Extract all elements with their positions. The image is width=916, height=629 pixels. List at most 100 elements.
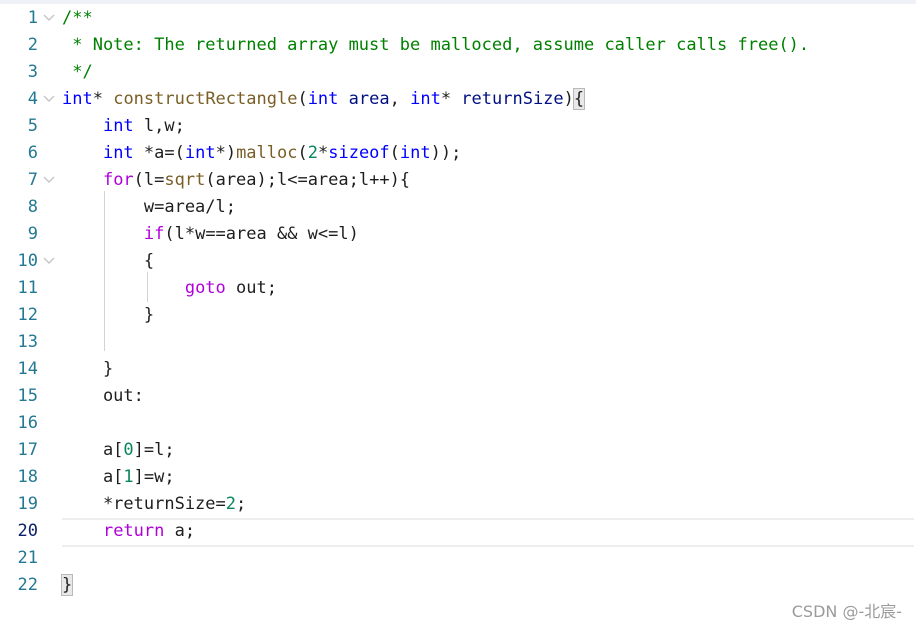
code-token: * [317,143,329,163]
code-token: , [389,89,411,109]
code-token: (l*w==area && w<=l) [164,224,359,244]
code-token: int [102,116,134,136]
line-number: 11 [17,278,38,298]
code-text[interactable]: int l,w; [62,113,185,140]
line-number: 20 [17,521,38,541]
code-line[interactable]: 19 *returnSize=2; [0,491,916,518]
code-text[interactable]: out: [62,383,144,410]
code-line[interactable]: 18 a[1]=w; [0,464,916,491]
code-token: * Note: The returned array must be mallo… [62,35,810,55]
code-token: int [62,89,93,109]
line-number: 5 [27,116,38,136]
code-line[interactable]: 5 int l,w; [0,113,916,140]
code-token: int [184,143,216,163]
line-number: 12 [17,305,38,325]
code-line[interactable]: 15 out: [0,383,916,410]
code-token: ) [563,89,574,109]
code-text[interactable]: } [62,302,154,329]
fold-chevron-icon[interactable] [42,175,56,185]
code-text[interactable]: a[0]=l; [62,437,175,464]
code-token: area [348,89,390,109]
code-text[interactable]: } [60,572,74,599]
code-text[interactable]: */ [62,59,93,86]
code-line[interactable]: 1 /** [0,5,916,32]
code-line[interactable]: 9 if(l*w==area && w<=l) [0,221,916,248]
code-line[interactable]: 2 * Note: The returned array must be mal… [0,32,916,59]
code-token: out: [62,386,144,406]
code-line[interactable]: 12 } [0,302,916,329]
code-line[interactable]: 14 } [0,356,916,383]
code-token: ; [236,494,247,514]
code-token: ( [297,143,308,163]
watermark: CSDN @-北宸- [791,602,902,621]
line-number: 22 [17,575,38,595]
line-number: 19 [17,494,38,514]
fold-chevron-icon[interactable] [42,94,56,104]
line-number: 6 [27,143,38,163]
code-token: (area);l<=area;l++){ [205,170,411,190]
line-number: 9 [27,224,38,244]
editor-top-border [0,0,916,4]
code-text[interactable]: int *a=(int*)malloc(2*sizeof(int)); [62,140,461,167]
line-number: 4 [27,89,38,109]
code-token: { [572,88,586,110]
code-token: ( [297,89,308,109]
code-token: ]=l; [133,440,175,460]
code-line[interactable]: 13 [0,329,916,356]
code-token: (l= [133,170,165,190]
line-number: 16 [17,413,38,433]
code-line[interactable]: 7 for(l=sqrt(area);l<=area;l++){ [0,167,916,194]
code-line[interactable]: 4 int* constructRectangle(int area, int* … [0,86,916,113]
code-line[interactable]: 6 int *a=(int*)malloc(2*sizeof(int)); [0,140,916,167]
code-line[interactable]: 3 */ [0,59,916,86]
code-token: goto [184,278,226,298]
code-line[interactable]: 22} [0,572,916,599]
code-token: 2 [307,143,318,163]
code-token: malloc [236,143,298,163]
code-line[interactable]: 10 { [0,248,916,275]
code-token: out; [225,278,277,298]
code-line[interactable]: 21 [0,545,916,572]
code-token: int [102,143,134,163]
code-line[interactable]: 20 return a; [0,518,916,547]
code-token: * [92,89,114,109]
code-token: a; [164,521,196,541]
code-line[interactable]: 11 goto out; [0,275,916,302]
code-token: int [410,89,441,109]
code-text[interactable]: w=area/l; [62,194,236,221]
code-token: /** [62,8,93,28]
code-token: */ [62,62,93,82]
code-token: l,w; [133,116,185,136]
code-text[interactable]: for(l=sqrt(area);l<=area;l++){ [62,167,410,194]
code-text[interactable]: /** [62,5,93,32]
code-token: 2 [225,494,237,514]
code-token: } [62,359,114,379]
code-text[interactable]: a[1]=w; [62,464,175,491]
code-token: int [399,143,431,163]
code-editor[interactable]: 1 /** 2 * Note: The returned array must be… [0,0,916,629]
fold-chevron-icon[interactable] [42,256,56,266]
code-line[interactable]: 16 [0,410,916,437]
code-text[interactable]: return a; [62,518,195,545]
code-text[interactable]: *returnSize=2; [62,491,246,518]
line-number: 14 [17,359,38,379]
code-token: )); [430,143,462,163]
line-number: 17 [17,440,38,460]
code-text[interactable]: { [62,248,154,275]
fold-chevron-icon[interactable] [42,13,56,23]
code-text[interactable]: } [62,356,113,383]
code-token: * [440,89,462,109]
code-text[interactable]: goto out; [62,275,277,302]
code-line[interactable]: 8 w=area/l; [0,194,916,221]
code-line[interactable]: 17 a[0]=l; [0,437,916,464]
code-token: returnSize [461,89,564,109]
line-number: 10 [17,251,38,271]
code-token: *) [215,143,237,163]
code-text[interactable]: * Note: The returned array must be mallo… [62,32,809,59]
code-text[interactable]: int* constructRectangle(int area, int* r… [62,86,586,113]
code-text[interactable]: if(l*w==area && w<=l) [62,221,359,248]
